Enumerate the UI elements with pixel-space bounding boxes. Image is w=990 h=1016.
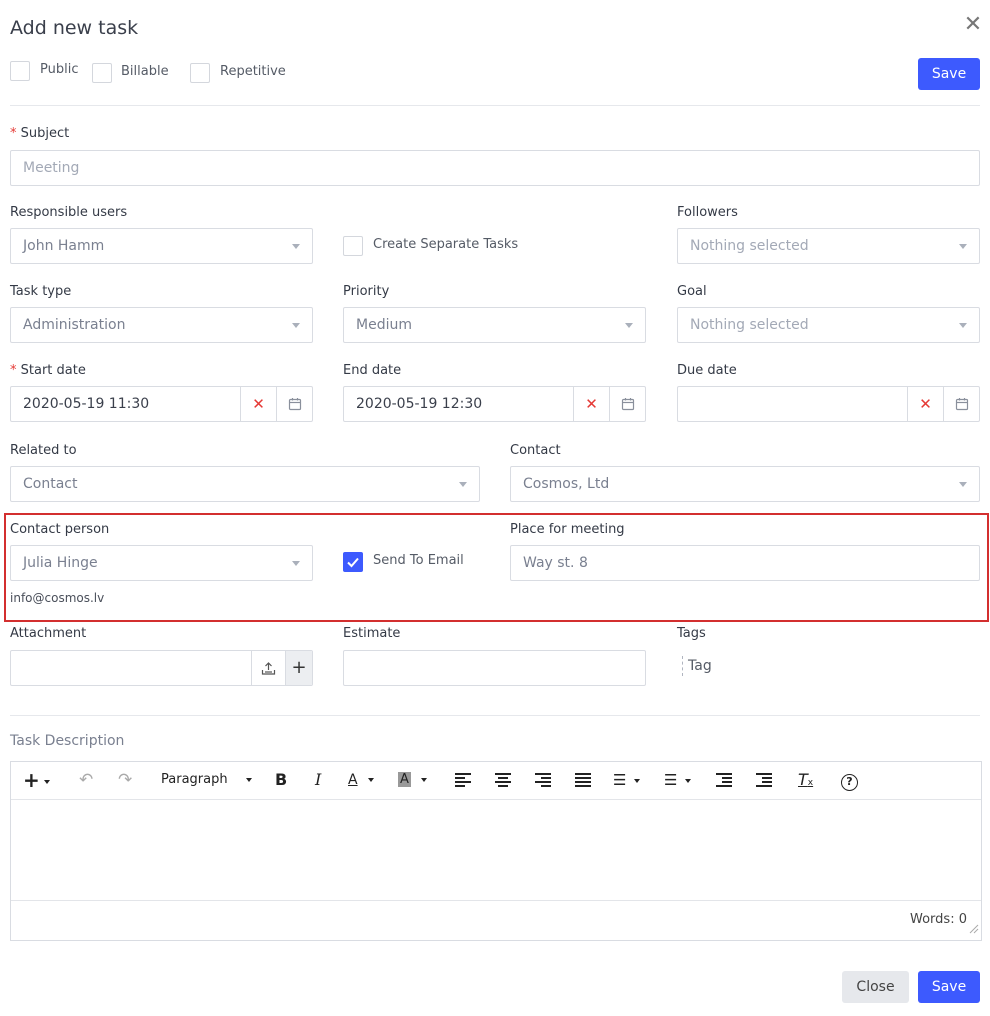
- insert-plus-button[interactable]: +: [23, 770, 50, 790]
- estimate-input[interactable]: [343, 650, 646, 686]
- check-icon: [347, 557, 359, 568]
- subject-label: * Subject: [10, 126, 70, 141]
- chevron-down-icon: [292, 244, 300, 249]
- chevron-down-icon: [292, 561, 300, 566]
- billable-label: Billable: [121, 64, 169, 79]
- attachment-label: Attachment: [10, 626, 87, 641]
- clear-start-date-icon[interactable]: ✕: [240, 387, 276, 421]
- goal-select[interactable]: Nothing selected: [677, 307, 980, 343]
- undo-icon[interactable]: ↶: [79, 770, 93, 790]
- calendar-icon[interactable]: [609, 387, 645, 421]
- description-label: Task Description: [10, 733, 125, 749]
- close-button[interactable]: Close: [842, 971, 909, 1003]
- align-right-icon[interactable]: [535, 773, 551, 787]
- priority-label: Priority: [343, 284, 390, 299]
- start-date-input[interactable]: 2020-05-19 11:30 ✕: [10, 386, 313, 422]
- tags-input[interactable]: Tag: [682, 656, 712, 676]
- add-attachment-button[interactable]: +: [285, 651, 312, 685]
- word-count: Words: 0: [910, 912, 967, 927]
- repetitive-label: Repetitive: [220, 64, 286, 79]
- responsible-label: Responsible users: [10, 205, 128, 220]
- chevron-down-icon: [459, 482, 467, 487]
- chevron-down-icon: [625, 323, 633, 328]
- priority-select[interactable]: Medium: [343, 307, 646, 343]
- contact-label: Contact: [510, 443, 561, 458]
- separate-tasks-label: Create Separate Tasks: [373, 237, 519, 252]
- contact-select[interactable]: Cosmos, Ltd: [510, 466, 980, 502]
- chevron-down-icon: [292, 323, 300, 328]
- calendar-icon[interactable]: [943, 387, 979, 421]
- align-center-icon[interactable]: [495, 773, 511, 787]
- align-left-icon[interactable]: [455, 773, 471, 787]
- send-to-email-label: Send To Email: [373, 553, 464, 568]
- estimate-label: Estimate: [343, 626, 401, 641]
- tags-label: Tags: [677, 626, 706, 641]
- place-input[interactable]: Way st. 8: [510, 545, 980, 581]
- attachment-input[interactable]: +: [10, 650, 313, 686]
- due-date-input[interactable]: ✕: [677, 386, 980, 422]
- upload-icon[interactable]: [251, 651, 285, 685]
- goal-label: Goal: [677, 284, 707, 299]
- chevron-down-icon: [959, 482, 967, 487]
- help-icon[interactable]: ?: [841, 770, 858, 791]
- calendar-icon[interactable]: [276, 387, 312, 421]
- dialog-title: Add new task: [10, 17, 139, 39]
- text-color-icon[interactable]: A: [348, 770, 374, 790]
- related-to-select[interactable]: Contact: [10, 466, 480, 502]
- bold-icon[interactable]: B: [275, 770, 287, 790]
- subject-input[interactable]: Meeting: [10, 150, 980, 186]
- public-checkbox[interactable]: [10, 61, 30, 81]
- chevron-down-icon: [959, 323, 967, 328]
- close-icon[interactable]: ✕: [962, 14, 984, 36]
- task-type-label: Task type: [10, 284, 72, 299]
- chevron-down-icon: [959, 244, 967, 249]
- followers-select[interactable]: Nothing selected: [677, 228, 980, 264]
- contact-person-select[interactable]: Julia Hinge: [10, 545, 313, 581]
- paragraph-select[interactable]: Paragraph: [161, 770, 252, 790]
- task-type-select[interactable]: Administration: [10, 307, 313, 343]
- responsible-select[interactable]: John Hamm: [10, 228, 313, 264]
- contact-person-label: Contact person: [10, 522, 110, 537]
- due-date-label: Due date: [677, 363, 737, 378]
- outdent-icon[interactable]: [716, 773, 732, 787]
- place-label: Place for meeting: [510, 522, 625, 537]
- clear-format-icon[interactable]: Tx: [798, 770, 813, 790]
- end-date-input[interactable]: 2020-05-19 12:30 ✕: [343, 386, 646, 422]
- billable-checkbox[interactable]: [92, 63, 112, 83]
- save-button-bottom[interactable]: Save: [918, 971, 980, 1003]
- resize-handle-icon[interactable]: [969, 922, 979, 934]
- clear-due-date-icon[interactable]: ✕: [907, 387, 943, 421]
- repetitive-checkbox[interactable]: [190, 63, 210, 83]
- start-date-label: * Start date: [10, 363, 86, 378]
- clear-end-date-icon[interactable]: ✕: [573, 387, 609, 421]
- related-to-label: Related to: [10, 443, 77, 458]
- separate-tasks-checkbox[interactable]: [343, 236, 363, 256]
- save-button-top[interactable]: Save: [918, 58, 980, 90]
- statusbar-divider: [11, 900, 981, 901]
- header-divider: [10, 105, 980, 106]
- end-date-label: End date: [343, 363, 402, 378]
- redo-icon[interactable]: ↷: [118, 770, 132, 790]
- followers-label: Followers: [677, 205, 738, 220]
- public-label: Public: [40, 62, 79, 77]
- contact-person-email: info@cosmos.lv: [10, 591, 105, 605]
- bullet-list-icon[interactable]: ☰: [613, 770, 641, 790]
- section-divider: [10, 715, 980, 716]
- send-to-email-checkbox[interactable]: [343, 552, 363, 572]
- numbered-list-icon[interactable]: ☰: [664, 770, 692, 790]
- description-editor: Words: 0: [10, 761, 982, 941]
- highlight-color-icon[interactable]: A: [398, 770, 427, 790]
- indent-icon[interactable]: [756, 773, 772, 787]
- align-justify-icon[interactable]: [575, 773, 591, 787]
- editor-body[interactable]: [11, 800, 981, 900]
- italic-icon[interactable]: I: [315, 770, 321, 790]
